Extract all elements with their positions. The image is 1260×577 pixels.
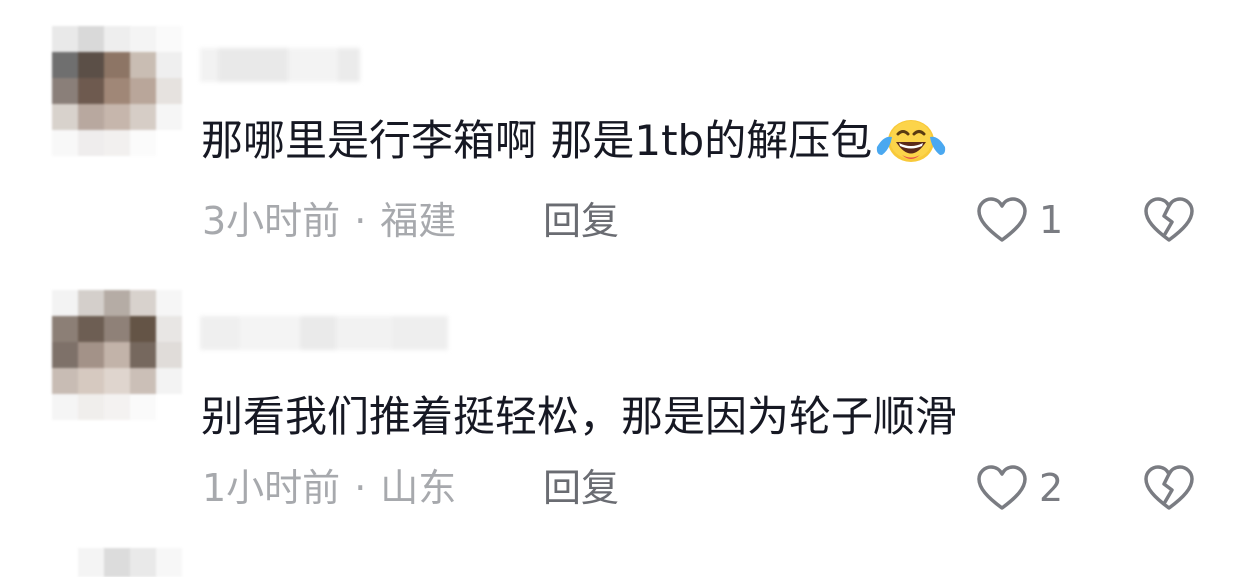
- dislike-button[interactable]: [1142, 464, 1196, 516]
- reply-button[interactable]: 回复: [543, 202, 619, 240]
- broken-heart-icon: [1144, 197, 1194, 242]
- avatar[interactable]: [52, 290, 182, 420]
- comment-item: 那哪里是行李箱啊 那是1tb的解压包 3小时前 · 福建 回复 1: [0, 0, 1260, 270]
- comment-text: 那哪里是行李箱啊 那是1tb的解压包: [201, 113, 948, 169]
- like-count: 2: [1039, 466, 1064, 510]
- comment-meta: 1小时前 · 山东: [202, 469, 456, 507]
- heart-outline-icon: [977, 197, 1027, 242]
- avatar[interactable]: [78, 548, 182, 577]
- username[interactable]: [200, 316, 448, 350]
- heart-outline-icon: [977, 465, 1027, 510]
- comment-location: 福建: [380, 199, 457, 243]
- like-button[interactable]: 2: [975, 464, 1063, 512]
- comment-item: 别看我们推着挺轻松，那是因为轮子顺滑 1小时前 · 山东 回复 2: [0, 270, 1260, 540]
- reply-button[interactable]: 回复: [543, 469, 619, 507]
- dislike-button[interactable]: [1142, 196, 1196, 248]
- meta-separator: ·: [354, 466, 367, 510]
- avatar[interactable]: [52, 26, 182, 156]
- broken-heart-icon: [1144, 465, 1194, 510]
- comment-time: 3小时前: [202, 199, 341, 243]
- like-button[interactable]: 1: [975, 196, 1063, 244]
- comment-time: 1小时前: [202, 466, 341, 510]
- meta-separator: ·: [354, 199, 367, 243]
- like-count: 1: [1039, 198, 1064, 242]
- username[interactable]: [200, 48, 360, 82]
- comment-meta: 3小时前 · 福建: [202, 202, 456, 240]
- comment-location: 山东: [380, 466, 457, 510]
- comment-text-body: 别看我们推着挺轻松，那是因为轮子顺滑: [201, 392, 958, 441]
- comment-text: 别看我们推着挺轻松，那是因为轮子顺滑: [201, 392, 957, 442]
- laughing-tears-emoji: [877, 120, 946, 162]
- comment-text-body: 那哪里是行李箱啊 那是1tb的解压包: [201, 116, 873, 165]
